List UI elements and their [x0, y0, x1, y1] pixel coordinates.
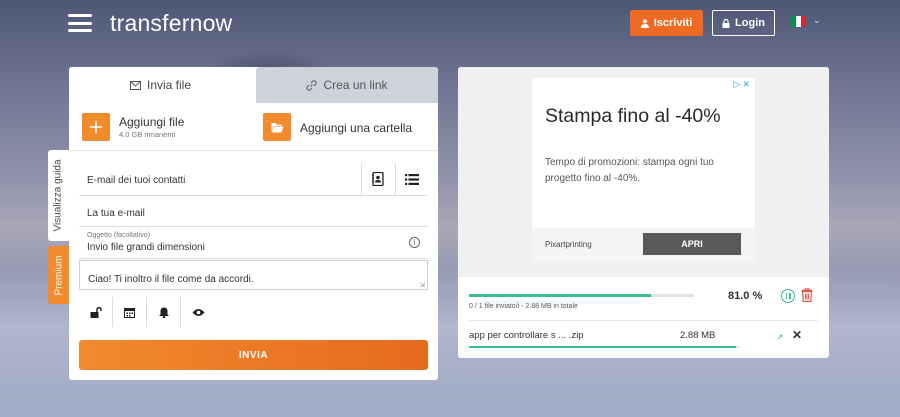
ad-card[interactable]: ▷✕ Stampa fino al -40% Tempo di promozio…	[532, 78, 755, 262]
file-progress-fill	[469, 346, 737, 348]
transfer-options	[79, 297, 219, 327]
add-file-button[interactable]	[82, 113, 110, 141]
signup-label: Iscriviti	[653, 17, 693, 29]
tab-send-files-label: Invia file	[146, 78, 192, 92]
address-book-button[interactable]	[361, 163, 394, 195]
ad-title: Stampa fino al -40%	[545, 105, 721, 127]
subject-value: Invio file grandi dimensioni	[87, 242, 205, 253]
ad-footer: Pixartprinting APRI	[532, 228, 755, 262]
storage-remaining: 4.0 GB rimanenti	[119, 130, 176, 139]
bell-icon	[158, 307, 169, 318]
address-book-icon	[372, 172, 384, 186]
add-folder-button[interactable]	[263, 113, 291, 141]
ad-choices-icon[interactable]: ▷✕	[734, 79, 752, 90]
file-size: 2.88 MB	[680, 330, 716, 341]
contacts-email-placeholder: E-mail dei tuoi contatti	[87, 175, 186, 186]
subject-field[interactable]: Oggetto (facoltativo) Invio file grandi …	[79, 227, 428, 259]
file-progress-bar	[469, 346, 739, 348]
login-label: Login	[735, 17, 765, 29]
guide-label: Visualizza guida	[53, 159, 64, 232]
message-textarea[interactable]: Ciao! Ti inoltro il file come da accordi…	[79, 260, 428, 290]
resize-handle-icon[interactable]: ⇲	[419, 281, 425, 289]
login-button[interactable]: Login	[712, 10, 775, 36]
folder-open-icon	[271, 122, 283, 132]
sender-email-placeholder: La tua e-mail	[87, 208, 145, 219]
message-value: Ciao! Ti inoltro il file come da accordi…	[88, 274, 254, 285]
list-icon	[405, 173, 419, 185]
transfer-progress: 0 / 1 file inviato/i - 2.88 MB in totale…	[458, 277, 829, 358]
password-option[interactable]	[79, 297, 113, 327]
add-files-row: Aggiungi file 4.0 GB rimanenti Aggiungi …	[69, 103, 438, 151]
unlock-icon	[90, 306, 102, 318]
language-flag-icon[interactable]	[791, 16, 806, 27]
menu-icon[interactable]	[68, 14, 92, 32]
ad-area: ▷✕ Stampa fino al -40% Tempo di promozio…	[458, 67, 829, 277]
signup-button[interactable]: Iscriviti	[630, 10, 703, 36]
top-header: transfernow Iscriviti Login ⌄	[0, 0, 900, 48]
envelope-icon	[129, 80, 141, 90]
sender-email-field[interactable]: La tua e-mail	[79, 196, 428, 227]
contacts-email-field[interactable]: E-mail dei tuoi contatti	[79, 163, 428, 196]
guide-side-tab[interactable]: Visualizza guida	[48, 150, 69, 241]
info-icon[interactable]: i	[409, 237, 420, 248]
upload-tabs: Invia file Crea un link	[69, 67, 438, 103]
preview-option[interactable]	[181, 297, 215, 327]
premium-label: Premium	[53, 254, 65, 296]
send-button[interactable]: INVIA	[79, 340, 428, 370]
tab-create-link[interactable]: Crea un link	[256, 67, 438, 103]
divider	[469, 320, 818, 321]
overall-progress-bar	[469, 294, 694, 297]
upload-panel: Invia file Crea un link Aggiungi file 4.…	[69, 67, 438, 380]
link-icon	[306, 79, 318, 91]
ad-brand: Pixartprinting	[545, 240, 592, 249]
transfer-status: 0 / 1 file inviato/i - 2.88 MB in totale	[469, 303, 578, 310]
plus-icon	[90, 121, 102, 133]
tab-create-link-label: Crea un link	[323, 78, 388, 92]
expiry-date-option[interactable]	[113, 297, 147, 327]
tab-send-files[interactable]: Invia file	[69, 67, 252, 103]
edit-icon[interactable]: ↗	[776, 332, 784, 343]
subject-label: Oggetto (facoltativo)	[87, 232, 151, 239]
trash-icon[interactable]	[801, 288, 813, 302]
contact-list-button[interactable]	[395, 163, 428, 195]
calendar-icon	[124, 307, 135, 318]
overall-progress-fill	[469, 294, 652, 297]
chevron-down-icon[interactable]: ⌄	[813, 15, 821, 26]
add-folder-label[interactable]: Aggiungi una cartella	[300, 121, 412, 135]
pause-icon[interactable]	[781, 289, 795, 303]
lock-icon	[722, 18, 730, 28]
ad-and-progress-panel: ▷✕ Stampa fino al -40% Tempo di promozio…	[458, 67, 829, 358]
progress-percent: 81.0 %	[728, 290, 763, 302]
add-file-label[interactable]: Aggiungi file	[119, 115, 184, 129]
premium-side-tab[interactable]: Premium	[48, 246, 69, 304]
logo[interactable]: transfernow	[110, 10, 232, 37]
notification-option[interactable]	[147, 297, 181, 327]
eye-icon	[192, 308, 204, 316]
ad-text: Tempo di promozioni: stampa ogni tuo pro…	[545, 157, 714, 184]
user-icon	[640, 18, 649, 28]
ad-cta-button[interactable]: APRI	[643, 233, 741, 255]
close-icon[interactable]: ✕	[792, 328, 802, 342]
file-name: app per controllare s ... .zip	[469, 330, 584, 341]
